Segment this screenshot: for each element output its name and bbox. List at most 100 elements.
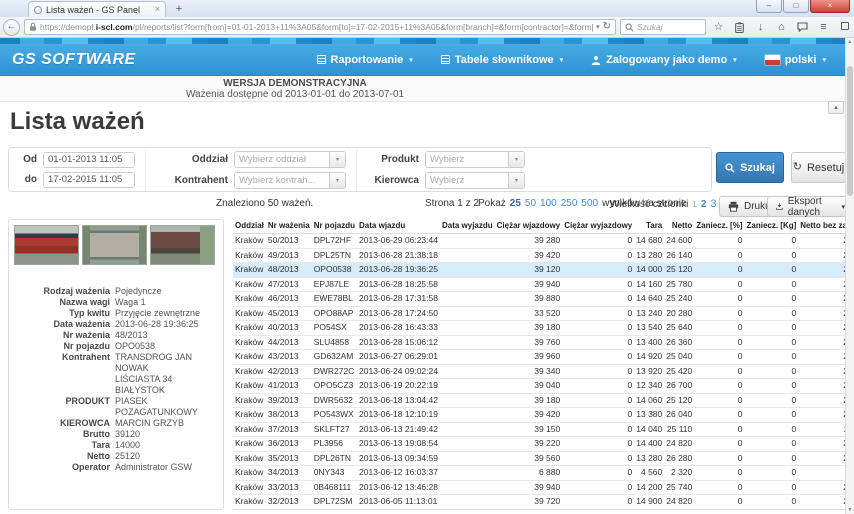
weighings-table: OddziałNr ważeniaNr pojazduData wjazduDa… <box>233 219 845 510</box>
window-maximize-button[interactable]: □ <box>783 0 809 13</box>
page-size-25[interactable]: 25 <box>510 198 521 209</box>
table-cell: Kraków <box>233 437 266 452</box>
column-header[interactable]: Netto bez zaniecz. <box>798 219 845 234</box>
reset-button[interactable]: ↻ Resetuj <box>791 152 846 183</box>
tab-close-icon[interactable]: × <box>155 5 160 14</box>
gs-software-logo[interactable]: GS SOFTWARE <box>12 51 136 69</box>
table-row[interactable]: Kraków49/2013DPL25TN2013-06-28 21:38:183… <box>233 248 845 263</box>
nav-label: Raportowanie <box>331 54 404 66</box>
table-row[interactable]: Kraków43/2013GD632AM2013-06-27 06:29:013… <box>233 350 845 365</box>
table-cell: 0 <box>562 495 634 510</box>
truck-rear-photo[interactable] <box>150 225 215 265</box>
table-cell: EWE78BL <box>312 292 357 307</box>
table-row[interactable]: Kraków36/2013PL39562013-06-13 19:08:5439… <box>233 437 845 452</box>
table-row[interactable]: Kraków32/2013DPL72SM2013-06-05 11:13:013… <box>233 495 845 510</box>
column-header[interactable]: Tara <box>634 219 664 234</box>
table-row[interactable]: Kraków50/2013DPL72HF2013-06-29 06:23:443… <box>233 234 845 249</box>
column-header[interactable]: Nr ważenia <box>266 219 312 234</box>
table-row[interactable]: Kraków45/2013OPO88AP2013-06-28 17:24:503… <box>233 306 845 321</box>
nav-item-tabele-slownikowe[interactable]: Tabele słownikowe ▾ <box>441 54 563 66</box>
download-icon <box>776 201 783 212</box>
column-header[interactable]: Ciężar wjazdowy <box>495 219 563 234</box>
url-bar[interactable]: https://demopl.i-scl.com/pl/reports/list… <box>24 19 616 35</box>
caret-down-icon: ▾ <box>409 56 413 64</box>
chat-bubble-icon[interactable] <box>794 18 811 36</box>
nav-item-language[interactable]: polski ▾ <box>765 54 826 66</box>
contractor-select[interactable]: Wybierz kontrah... ▾ <box>234 172 346 189</box>
table-row[interactable]: Kraków33/20130B4681112013-06-12 13:46:28… <box>233 480 845 495</box>
table-cell: 43/2013 <box>266 350 312 365</box>
table-row[interactable]: Kraków34/20130NY3432013-06-12 16:03:376 … <box>233 466 845 481</box>
table-row[interactable]: Kraków48/2013OPO05382013-06-28 19:36:253… <box>233 263 845 278</box>
table-cell: 0 <box>694 379 744 394</box>
results-count: Znaleziono 50 ważeń. <box>216 198 313 209</box>
column-header[interactable]: Data wjazdu <box>357 219 440 234</box>
table-row[interactable]: Kraków44/2013SLU48582013-06-28 15:06:123… <box>233 335 845 350</box>
collapse-banner-button[interactable]: ▴ <box>828 101 844 114</box>
table-row[interactable]: Kraków42/2013DWR272C2013-06-24 09:02:243… <box>233 364 845 379</box>
font-size-1[interactable]: 1 <box>692 200 696 209</box>
url-dropdown-icon[interactable]: ▾ <box>596 23 600 31</box>
scrollbar-up-icon[interactable]: ▲ <box>846 39 854 45</box>
page-size-250[interactable]: 250 <box>561 198 578 209</box>
table-cell: 2 320 <box>664 466 694 481</box>
table-cell: 2013-06-28 18:25:58 <box>357 277 440 292</box>
column-header[interactable]: Netto <box>664 219 694 234</box>
font-size-2[interactable]: 2 <box>701 199 707 210</box>
column-header[interactable]: Oddział <box>233 219 266 234</box>
nav-item-logged-user[interactable]: Zalogowany jako demo ▾ <box>591 54 737 66</box>
table-row[interactable]: Kraków35/2013DPL26TN2013-06-13 09:34:593… <box>233 451 845 466</box>
page-size-100[interactable]: 100 <box>540 198 557 209</box>
column-header[interactable]: Ciężar wyjazdowy <box>562 219 634 234</box>
table-cell: 0 <box>694 292 744 307</box>
table-row[interactable]: Kraków47/2013EPJ87LE2013-06-28 18:25:583… <box>233 277 845 292</box>
branch-select[interactable]: Wybierz oddział ▾ <box>234 151 346 168</box>
browser-search-box[interactable]: Szukaj <box>620 19 706 35</box>
table-cell: 25 640 <box>798 321 845 336</box>
column-header[interactable]: Nr pojazdu <box>312 219 357 234</box>
clipboard-icon[interactable] <box>731 18 748 36</box>
table-row[interactable]: Kraków41/2013OPO5CZ32013-06-19 20:22:193… <box>233 379 845 394</box>
home-icon[interactable]: ⌂ <box>773 18 790 36</box>
window-close-button[interactable]: × <box>810 0 850 13</box>
window-minimize-button[interactable]: – <box>756 0 782 13</box>
new-tab-button[interactable]: + <box>170 3 188 16</box>
vertical-scrollbar[interactable]: ▲ ▼ <box>845 38 854 514</box>
table-cell: 50/2013 <box>266 234 312 249</box>
back-button[interactable]: ← <box>3 19 20 36</box>
trailer-top-photo[interactable] <box>82 225 147 265</box>
table-row[interactable]: Kraków38/2013PO543WX2013-06-18 12:10:193… <box>233 408 845 423</box>
date-to-input[interactable] <box>43 172 135 188</box>
table-cell: 0 <box>562 422 634 437</box>
table-cell: Kraków <box>233 393 266 408</box>
menu-hamburger-icon[interactable]: ≡ <box>815 18 832 36</box>
column-header[interactable]: Zaniecz. [Kg] <box>745 219 799 234</box>
table-row[interactable]: Kraków40/2013PO54SX2013-06-28 16:43:3339… <box>233 321 845 336</box>
truck-front-photo[interactable] <box>14 225 79 265</box>
table-cell: 39 420 <box>495 408 563 423</box>
table-row[interactable]: Kraków46/2013EWE78BL2013-06-28 17:31:583… <box>233 292 845 307</box>
browser-tab[interactable]: Lista ważeń - GS Panel × <box>28 1 166 17</box>
table-row[interactable]: Kraków37/2013SKLFT272013-06-13 21:49:423… <box>233 422 845 437</box>
downloads-icon[interactable]: ↓ <box>752 18 769 36</box>
table-row[interactable]: Kraków39/2013DWR56322013-06-18 13:04:423… <box>233 393 845 408</box>
page-size-50[interactable]: 50 <box>525 198 536 209</box>
bookmark-star-icon[interactable]: ☆ <box>710 18 727 36</box>
date-from-input[interactable] <box>43 152 135 168</box>
nav-item-raportowanie[interactable]: Raportowanie ▾ <box>317 54 413 66</box>
reload-icon[interactable]: ↻ <box>603 22 611 32</box>
scrollbar-down-icon[interactable]: ▼ <box>846 507 854 513</box>
export-data-button[interactable]: Eksport danych ▾ <box>767 196 854 217</box>
table-cell: 39 220 <box>495 437 563 452</box>
product-select[interactable]: Wybierz ▾ <box>425 151 525 168</box>
column-header[interactable]: Data wyjazdu <box>440 219 495 234</box>
sidebar-toggle-icon[interactable] <box>836 18 853 36</box>
page-size-500[interactable]: 500 <box>581 198 598 209</box>
scrollbar-thumb[interactable] <box>847 66 853 196</box>
search-button[interactable]: Szukaj <box>716 152 784 183</box>
column-header[interactable]: Zaniecz. [%] <box>694 219 744 234</box>
poland-flag-icon <box>765 55 780 65</box>
driver-select[interactable]: Wybierz ▾ <box>425 172 525 189</box>
font-size-3[interactable]: 3 <box>710 198 716 210</box>
table-cell: 36/2013 <box>266 437 312 452</box>
